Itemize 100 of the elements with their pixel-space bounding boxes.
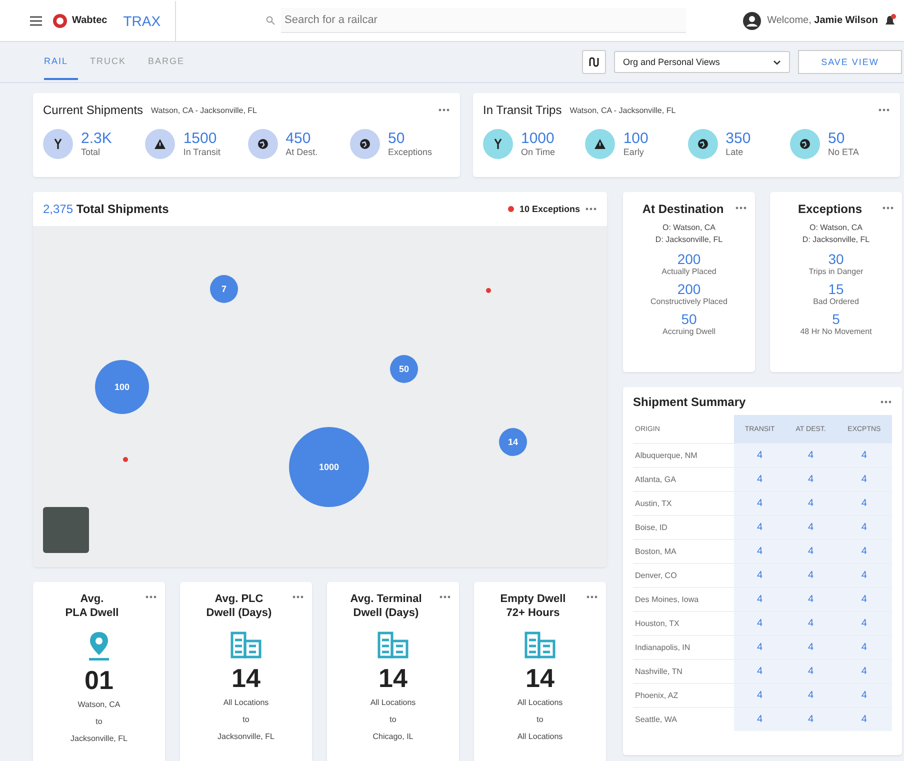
count-cell[interactable]: 4: [734, 540, 786, 564]
metric-value: 30: [827, 251, 845, 267]
map-pin[interactable]: [123, 457, 128, 462]
count-cell[interactable]: 4: [785, 564, 836, 588]
stat-value: 50: [388, 131, 406, 147]
count-cell[interactable]: 4: [734, 660, 786, 684]
count-cell[interactable]: 4: [785, 612, 836, 636]
more-icon[interactable]: [878, 108, 890, 112]
count-cell[interactable]: 4: [785, 516, 836, 540]
destination-text: D: Jacksonville, FL: [654, 234, 724, 246]
menu-icon[interactable]: [30, 16, 42, 26]
count-cell[interactable]: 4: [734, 612, 786, 636]
metric-value: 5: [831, 311, 841, 327]
count-cell[interactable]: 4: [836, 468, 892, 492]
metric-value: 200: [676, 281, 702, 297]
count-cell[interactable]: 4: [785, 540, 836, 564]
count-cell[interactable]: 4: [836, 612, 892, 636]
map-cluster[interactable]: 7: [210, 275, 238, 303]
count-cell[interactable]: 4: [734, 516, 786, 540]
app-name: TRAX: [123, 0, 176, 40]
dwell-value: 01: [84, 665, 114, 696]
count-cell[interactable]: 4: [836, 564, 892, 588]
more-icon[interactable]: [585, 207, 597, 211]
building-icon: [524, 631, 556, 659]
metric-label: 48 Hr No Movement: [799, 327, 873, 336]
count-cell[interactable]: 4: [836, 684, 892, 708]
count-cell[interactable]: 4: [836, 444, 892, 468]
card-title: Shipment Summary: [633, 395, 746, 409]
count-cell[interactable]: 4: [734, 564, 786, 588]
stat-value: 50: [828, 131, 846, 147]
to-location: Jacksonville, FL: [216, 731, 276, 743]
more-icon[interactable]: [735, 206, 747, 210]
more-icon[interactable]: [145, 595, 157, 599]
more-icon[interactable]: [882, 206, 894, 210]
metric-value: 50: [680, 311, 698, 327]
mode-tab[interactable]: BARGE: [148, 44, 195, 80]
notification-bell-icon[interactable]: [884, 14, 896, 28]
count-cell[interactable]: 4: [785, 492, 836, 516]
from-location: All Locations: [369, 697, 417, 709]
stat-value: 350: [726, 131, 751, 147]
map-pin[interactable]: [486, 288, 491, 293]
count-cell[interactable]: 4: [836, 708, 892, 731]
card-title: Avg. Terminal Dwell (Days): [350, 592, 422, 620]
logo-icon: [52, 12, 68, 28]
more-icon[interactable]: [439, 595, 451, 599]
stat-value: 2.3K: [81, 131, 112, 147]
more-icon[interactable]: [586, 595, 598, 599]
search-field[interactable]: Search for a railcar: [280, 8, 686, 33]
count-cell[interactable]: 4: [734, 636, 786, 660]
count-cell[interactable]: 4: [734, 492, 786, 516]
count-cell[interactable]: 4: [785, 468, 836, 492]
count-cell[interactable]: 4: [734, 684, 786, 708]
stat-label: Total: [81, 147, 102, 157]
joiner-text: to: [242, 714, 250, 726]
metric-label: Bad Ordered: [812, 297, 860, 306]
stat-value: 100: [623, 131, 648, 147]
metric-label: Constructively Placed: [650, 297, 728, 306]
count-cell[interactable]: 4: [836, 588, 892, 612]
origin-cell: Austin, TX: [633, 492, 734, 516]
origin-cell: Seattle, WA: [633, 708, 734, 731]
stat-label: On Time: [521, 147, 556, 157]
count-cell[interactable]: 4: [836, 516, 892, 540]
count-cell[interactable]: 4: [734, 444, 786, 468]
count-cell[interactable]: 4: [836, 492, 892, 516]
mode-tab[interactable]: RAIL: [44, 44, 78, 80]
user-avatar-icon[interactable]: [743, 12, 762, 30]
count-cell[interactable]: 4: [785, 444, 836, 468]
map-background[interactable]: 7 100 1000 50 14: [33, 226, 607, 567]
map-cluster[interactable]: 14: [499, 428, 527, 456]
stat-value: 450: [286, 131, 312, 147]
route-toggle-button[interactable]: [582, 50, 606, 74]
stat-label: Exceptions: [388, 147, 432, 157]
more-icon[interactable]: [292, 595, 304, 599]
more-icon[interactable]: [880, 400, 892, 404]
origin-cell: Boise, ID: [633, 516, 734, 540]
satellite-thumbnail[interactable]: [43, 507, 89, 553]
count-cell[interactable]: 4: [785, 660, 836, 684]
map-cluster[interactable]: 50: [390, 355, 418, 383]
exceptions-count: 10 Exceptions: [519, 204, 580, 214]
metric-value: 15: [827, 281, 845, 297]
metric-value: 200: [676, 251, 702, 267]
count-cell[interactable]: 4: [785, 708, 836, 731]
count-cell[interactable]: 4: [836, 660, 892, 684]
count-cell[interactable]: 4: [734, 468, 786, 492]
joiner-text: to: [388, 714, 398, 726]
more-icon[interactable]: [438, 108, 450, 112]
map-cluster[interactable]: 1000: [289, 427, 369, 507]
count-cell[interactable]: 4: [734, 588, 786, 612]
mode-tab[interactable]: TRUCK: [90, 44, 136, 80]
count-cell[interactable]: 4: [785, 588, 836, 612]
to-location: Jacksonville, FL: [70, 733, 128, 745]
views-dropdown[interactable]: Org and Personal Views: [614, 51, 790, 73]
save-view-button[interactable]: SAVE VIEW: [798, 50, 902, 74]
building-icon: [230, 631, 262, 659]
map-cluster[interactable]: 100: [95, 360, 149, 414]
count-cell[interactable]: 4: [734, 708, 786, 731]
count-cell[interactable]: 4: [836, 540, 892, 564]
count-cell[interactable]: 4: [836, 636, 892, 660]
count-cell[interactable]: 4: [785, 684, 836, 708]
count-cell[interactable]: 4: [785, 636, 836, 660]
